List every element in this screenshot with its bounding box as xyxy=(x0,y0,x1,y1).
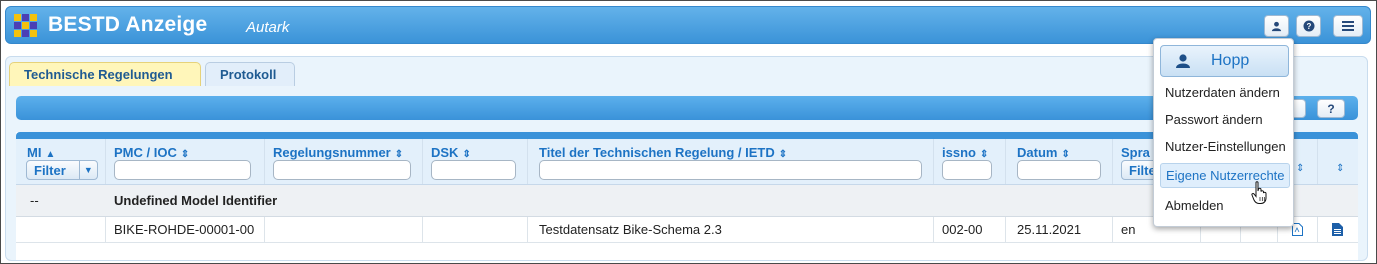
column-label: Spra xyxy=(1121,145,1150,160)
table-row-empty xyxy=(16,243,1358,260)
column-dsk[interactable]: DSK ⇕ xyxy=(423,139,528,184)
app-title: BESTD Anzeige xyxy=(48,13,208,36)
menu-item-passwort[interactable]: Passwort ändern xyxy=(1160,107,1290,131)
menu-user-header[interactable]: Hopp xyxy=(1160,45,1289,77)
cell-pmc: BIKE-ROHDE-00001-00 xyxy=(106,217,265,242)
sort-icon: ⇕ xyxy=(1336,163,1345,174)
column-titel[interactable]: Titel der Technischen Regelung / IETD ⇕ xyxy=(528,139,934,184)
document-button[interactable] xyxy=(1318,217,1358,242)
user-button[interactable] xyxy=(1264,15,1289,37)
datum-filter-input[interactable] xyxy=(1017,160,1101,180)
cell-titel: Testdatensatz Bike-Schema 2.3 xyxy=(528,217,934,242)
filter-label: Filter xyxy=(34,162,66,178)
app-subtitle: Autark xyxy=(246,19,290,36)
sort-icon: ⇕ xyxy=(394,149,404,160)
regelungsnummer-filter-input[interactable] xyxy=(273,160,411,180)
group-mi: -- xyxy=(30,193,39,208)
cell-mi xyxy=(16,217,106,242)
titel-filter-input[interactable] xyxy=(539,160,922,180)
hand-cursor-icon xyxy=(1251,181,1267,204)
menu-icon xyxy=(1342,21,1354,31)
sort-icon: ⇕ xyxy=(1061,149,1070,160)
column-regelungsnummer[interactable]: Regelungsnummer ⇕ xyxy=(265,139,423,184)
help-icon: ? xyxy=(1327,101,1335,116)
column-label: PMC / IOC xyxy=(114,145,177,160)
column-issno[interactable]: issno ⇕ xyxy=(934,139,1006,184)
menu-item-einstellungen[interactable]: Nutzer-Einstellungen xyxy=(1160,134,1290,158)
help-button[interactable]: ? xyxy=(1296,15,1321,37)
tab-protokoll[interactable]: Protokoll xyxy=(205,62,295,86)
cell-dsk xyxy=(423,217,528,242)
sort-icon: ⇕ xyxy=(180,149,190,160)
column-label: issno xyxy=(942,145,976,160)
sort-icon: ⇕ xyxy=(778,149,788,160)
cell-datum: 25.11.2021 xyxy=(1006,217,1113,242)
svg-text:?: ? xyxy=(1306,22,1311,31)
dsk-filter-input[interactable] xyxy=(431,160,516,180)
chevron-down-icon: ▼ xyxy=(78,161,97,179)
column-action-4[interactable]: ⇕ xyxy=(1318,139,1358,184)
menu-item-nutzerrechte[interactable]: Eigene Nutzerrechte xyxy=(1160,163,1290,188)
column-label: Datum xyxy=(1017,145,1058,160)
user-icon xyxy=(1271,21,1282,31)
help-icon: ? xyxy=(1303,20,1314,32)
column-datum[interactable]: Datum ⇕ xyxy=(1006,139,1113,184)
user-menu: Hopp Nutzerdaten ändern Passwort ändern … xyxy=(1153,38,1294,227)
mi-filter-dropdown[interactable]: Filter ▼ xyxy=(26,160,98,180)
column-label: Regelungsnummer xyxy=(273,145,391,160)
cell-regelungsnummer xyxy=(265,217,423,242)
column-pmc-ioc[interactable]: PMC / IOC ⇕ xyxy=(106,139,265,184)
toolbar-help-button[interactable]: ? xyxy=(1317,99,1345,118)
pdf-icon xyxy=(1292,223,1303,236)
menu-item-nutzerdaten[interactable]: Nutzerdaten ändern xyxy=(1160,80,1290,104)
column-label: DSK xyxy=(431,145,459,160)
pmc-filter-input[interactable] xyxy=(114,160,251,180)
menu-button[interactable] xyxy=(1333,15,1363,37)
user-icon xyxy=(1176,54,1190,68)
menu-item-abmelden[interactable]: Abmelden xyxy=(1160,193,1290,217)
sort-icon: ⇕ xyxy=(1296,163,1305,174)
sort-icon: ⇕ xyxy=(979,149,989,160)
user-name: Hopp xyxy=(1211,52,1250,69)
column-label: MI xyxy=(27,145,42,160)
cell-issno: 002-00 xyxy=(934,217,1006,242)
column-mi[interactable]: MI ▲ Filter ▼ xyxy=(16,139,106,184)
sort-asc-icon: ▲ xyxy=(45,149,56,160)
tab-technische-regelungen[interactable]: Technische Regelungen xyxy=(9,62,201,86)
app-logo-icon xyxy=(14,14,38,38)
issno-filter-input[interactable] xyxy=(942,160,992,180)
sort-icon: ⇕ xyxy=(462,149,471,160)
document-icon xyxy=(1332,223,1343,236)
column-label: Titel der Technischen Regelung / IETD xyxy=(539,145,775,160)
group-label: Undefined Model Identifier xyxy=(114,193,278,208)
